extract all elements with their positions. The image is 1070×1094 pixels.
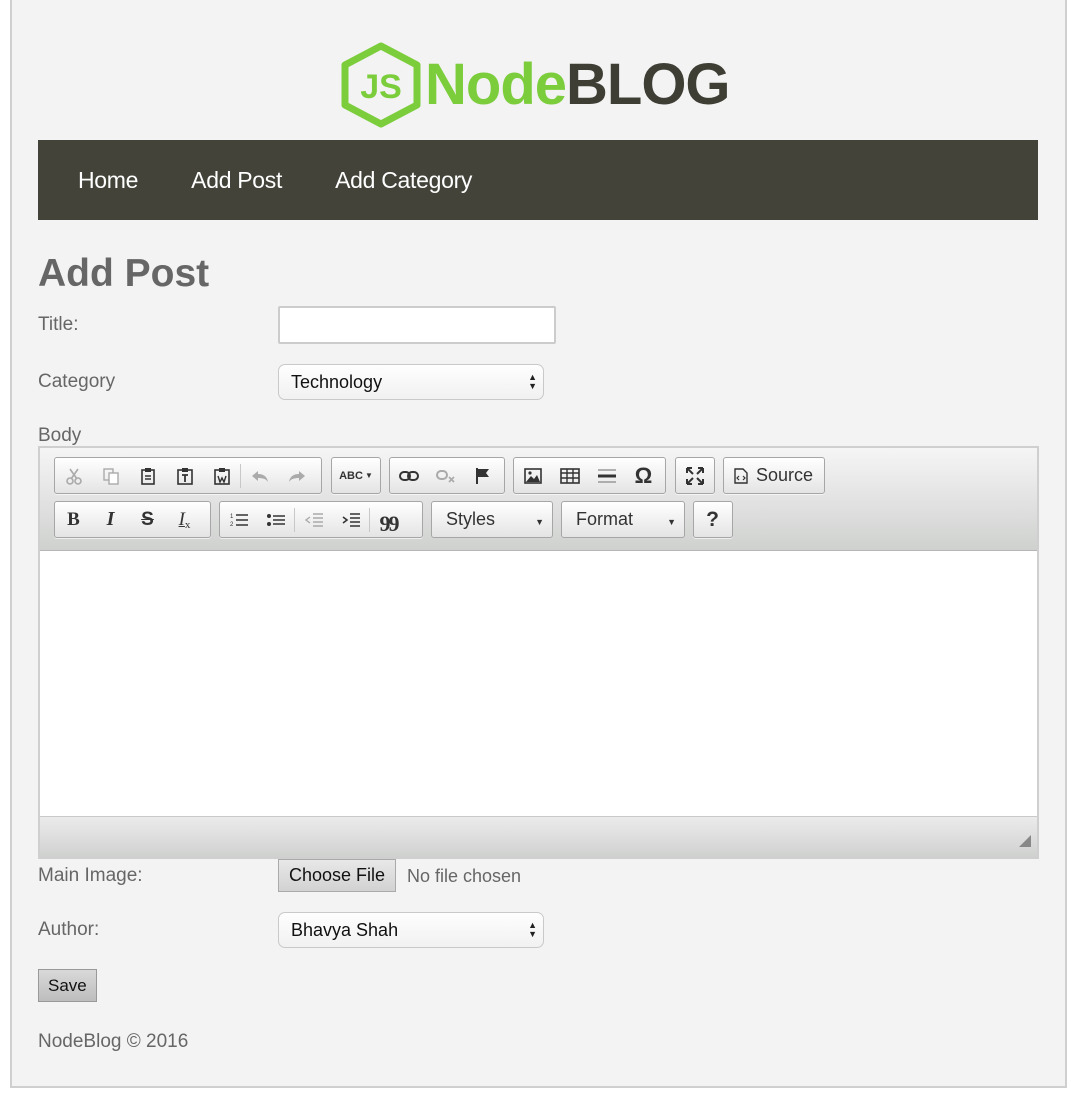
save-button[interactable]: Save: [38, 969, 97, 1002]
chevron-down-icon: ▼: [667, 517, 676, 527]
source-button[interactable]: Source: [723, 457, 825, 494]
paragraph-group: 12 99: [219, 501, 423, 538]
logo-node-text: Node: [425, 52, 567, 117]
bold-icon[interactable]: B: [55, 502, 92, 537]
page-container: JS Node BLOG Home Add Post Add Category A…: [10, 0, 1067, 1088]
svg-text:2: 2: [230, 522, 234, 528]
author-label: Author:: [38, 919, 100, 940]
source-label: Source: [756, 465, 814, 485]
undo-icon[interactable]: [241, 458, 278, 493]
copy-icon[interactable]: [92, 458, 129, 493]
main-navbar: Home Add Post Add Category: [38, 140, 1038, 220]
paste-text-icon[interactable]: [166, 458, 203, 493]
title-input[interactable]: [278, 306, 556, 344]
maximize-group: [675, 457, 715, 494]
site-logo[interactable]: JS Node BLOG: [339, 40, 739, 130]
resize-handle-icon[interactable]: [1019, 835, 1031, 847]
link-icon[interactable]: [390, 458, 427, 493]
insert-group: Ω: [513, 457, 666, 494]
spellcheck-icon[interactable]: ABC ▼: [332, 458, 380, 493]
basic-styles-group: B I S Ix: [54, 501, 211, 538]
category-select[interactable]: Technology ▲ ▼: [278, 364, 544, 400]
horizontal-rule-icon[interactable]: [588, 458, 625, 493]
remove-format-icon[interactable]: Ix: [166, 502, 203, 537]
editor-toolbar: ABC ▼ Ω Source B I S I x 1 2 99 Styles ▼…: [40, 448, 1037, 551]
category-selected-value: Technology: [291, 371, 383, 392]
unlink-icon[interactable]: [427, 458, 464, 493]
nav-add-category-link[interactable]: Add Category: [335, 167, 472, 194]
choose-file-button[interactable]: Choose File: [278, 859, 397, 892]
footer-copyright: NodeBlog © 2016: [38, 1031, 189, 1052]
rich-text-editor: ABC ▼ Ω Source B I S I x 1 2 99 Styles ▼…: [38, 446, 1039, 859]
indent-icon[interactable]: [332, 502, 369, 537]
page-title: Add Post: [38, 252, 210, 295]
clipboard-group: [54, 457, 322, 494]
maximize-icon[interactable]: [676, 458, 713, 493]
main-image-label: Main Image:: [38, 865, 143, 886]
category-label: Category: [38, 371, 116, 392]
blockquote-icon[interactable]: 99: [370, 502, 407, 537]
svg-text:JS: JS: [360, 68, 402, 106]
redo-icon[interactable]: [278, 458, 315, 493]
numbered-list-icon[interactable]: 12: [220, 502, 257, 537]
help-group: ?: [693, 501, 733, 538]
paste-icon[interactable]: [129, 458, 166, 493]
body-label: Body: [38, 425, 82, 446]
editor-bottom-bar: [40, 817, 1037, 857]
spellcheck-group: ABC ▼: [331, 457, 381, 494]
nav-home-link[interactable]: Home: [78, 167, 138, 194]
author-selected-value: Bhavya Shah: [291, 919, 399, 940]
editor-content-area[interactable]: [40, 551, 1037, 817]
italic-icon[interactable]: I: [92, 502, 129, 537]
table-icon[interactable]: [551, 458, 588, 493]
styles-dropdown[interactable]: Styles ▼: [431, 501, 553, 538]
select-arrows-icon: ▲ ▼: [528, 920, 537, 939]
file-status-text: No file chosen: [407, 866, 522, 886]
image-icon[interactable]: [514, 458, 551, 493]
anchor-flag-icon[interactable]: [464, 458, 501, 493]
cut-icon[interactable]: [55, 458, 92, 493]
link-group: [389, 457, 505, 494]
paste-word-icon[interactable]: [203, 458, 240, 493]
styles-label: Styles: [446, 509, 496, 529]
format-dropdown[interactable]: Format ▼: [561, 501, 685, 538]
author-select[interactable]: Bhavya Shah ▲ ▼: [278, 912, 544, 948]
nav-add-post-link[interactable]: Add Post: [191, 167, 282, 194]
logo-blog-text: BLOG: [566, 52, 731, 117]
chevron-down-icon: ▼: [535, 517, 544, 527]
title-label: Title:: [38, 314, 79, 335]
select-arrows-icon: ▲ ▼: [528, 372, 537, 391]
source-doc-icon: [734, 467, 748, 484]
bulleted-list-icon[interactable]: [257, 502, 294, 537]
help-icon[interactable]: ?: [694, 502, 731, 537]
svg-text:1: 1: [230, 514, 234, 520]
strikethrough-icon[interactable]: S: [129, 502, 166, 537]
js-hexagon-icon: JS: [341, 42, 421, 128]
format-label: Format: [576, 509, 634, 529]
outdent-icon[interactable]: [295, 502, 332, 537]
special-char-icon[interactable]: Ω: [625, 458, 662, 493]
